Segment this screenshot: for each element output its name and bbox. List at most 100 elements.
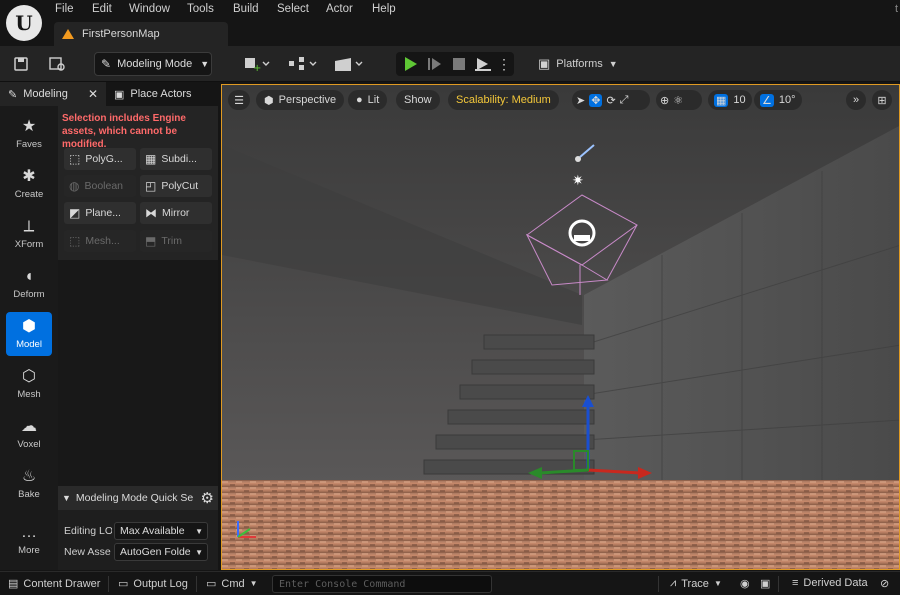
chevron-down-icon: ▼ xyxy=(195,526,203,536)
modeling-icon: ✎ xyxy=(8,88,18,101)
platforms-menu[interactable]: ▣ Platforms ▼ xyxy=(538,52,618,76)
menu-help[interactable]: Help xyxy=(372,3,396,15)
stop-button[interactable] xyxy=(450,56,468,72)
select-arrow-icon[interactable]: ➤ xyxy=(576,94,585,107)
trace-button[interactable]: ⩘ Trace ▼ xyxy=(670,577,722,590)
save-icon[interactable] xyxy=(10,52,32,76)
tool-plane-cut[interactable]: ◩ Plane... xyxy=(64,202,136,224)
menu-tools[interactable]: Tools xyxy=(187,3,214,15)
deform-icon: ◖ xyxy=(24,267,34,285)
menu-select[interactable]: Select xyxy=(277,3,309,15)
lit-label: Lit xyxy=(367,94,380,106)
quick-settings-header[interactable]: ▼ Modeling Mode Quick Se ⚙ xyxy=(58,486,218,510)
grid-snap-button[interactable]: ▦ 10 xyxy=(708,90,752,110)
status-bar: ▤ Content Drawer ▭ Output Log ▭ Cmd ▼ En… xyxy=(0,571,900,595)
world-globe-icon[interactable]: ⊕ xyxy=(660,94,669,107)
category-faves[interactable]: ★ Faves xyxy=(6,112,52,156)
source-control-icon[interactable]: ⊘ xyxy=(880,577,889,590)
perspective-button[interactable]: ⬢ Perspective xyxy=(256,90,345,110)
trace-label: Trace xyxy=(681,577,709,590)
lit-sphere-icon: ● xyxy=(356,94,363,106)
category-create[interactable]: ✱ Create xyxy=(6,162,52,206)
category-deform[interactable]: ◖ Deform xyxy=(6,262,52,306)
angle-icon: ∠ xyxy=(760,93,774,107)
viewport-layout-icon[interactable]: ⊞ xyxy=(872,90,892,110)
polygroup-icon: ⬚ xyxy=(69,152,81,166)
menu-build[interactable]: Build xyxy=(233,3,259,15)
output-log-button[interactable]: ▭ Output Log xyxy=(118,577,188,591)
mesh-icon: ⬡ xyxy=(22,367,36,385)
tool-mirror[interactable]: ⧓ Mirror xyxy=(140,202,212,224)
translate-icon[interactable]: ✥ xyxy=(589,93,603,107)
cinematics-button[interactable] xyxy=(332,52,366,76)
more-options-icon[interactable]: ⋮ xyxy=(497,56,511,72)
derived-data-label: Derived Data xyxy=(803,577,868,589)
mode-selector[interactable]: ✎ Modeling Mode ▼ xyxy=(94,52,212,76)
category-voxel[interactable]: ☁ Voxel xyxy=(6,412,52,456)
divider xyxy=(108,576,109,592)
eject-button[interactable] xyxy=(472,56,494,72)
level-viewport[interactable]: ✷ ☰ ⬢ Perspective ● Lit Show Scalability… xyxy=(221,84,900,570)
engine-assets-warning: Selection includes Engine assets, which … xyxy=(62,113,186,150)
show-label: Show xyxy=(404,94,432,106)
scalability-button[interactable]: Scalability: Medium xyxy=(448,90,559,110)
gear-icon[interactable]: ⚙ xyxy=(197,489,214,507)
menu-window[interactable]: Window xyxy=(129,3,170,15)
record-icon[interactable]: ◉ xyxy=(740,577,750,590)
category-mesh[interactable]: ⬡ Mesh xyxy=(6,362,52,406)
menu-edit[interactable]: Edit xyxy=(92,3,112,15)
tool-trim-label: Trim xyxy=(161,235,182,247)
rotation-snap-value: 10° xyxy=(778,94,796,106)
hamburger-menu-icon[interactable]: ☰ xyxy=(228,90,250,110)
category-model[interactable]: ⬢ Model xyxy=(6,312,52,356)
tool-boolean[interactable]: ◍ Boolean xyxy=(64,175,136,197)
menu-actor[interactable]: Actor xyxy=(326,3,353,15)
category-xform[interactable]: ⟂ XForm xyxy=(6,212,52,256)
subdivide-icon: ▦ xyxy=(145,152,157,166)
new-asset-select[interactable]: AutoGen Folde ▼ xyxy=(114,543,208,561)
window-title-fragment: t xyxy=(894,3,898,15)
tool-polycut[interactable]: ◰ PolyCut xyxy=(140,175,212,197)
content-drawer-icon: ▤ xyxy=(8,578,19,590)
expand-toolbar-icon[interactable]: » xyxy=(846,90,866,110)
add-actor-button[interactable]: + xyxy=(240,52,274,76)
chevron-down-icon: ▼ xyxy=(200,59,210,69)
tool-subdivide[interactable]: ▦ Subdi... xyxy=(140,148,212,170)
menu-file[interactable]: File xyxy=(55,3,74,15)
screenshot-icon[interactable]: ▣ xyxy=(760,577,770,590)
rotate-icon[interactable]: ⟳ xyxy=(606,94,615,107)
star-icon: ★ xyxy=(21,117,37,135)
lit-button[interactable]: ● Lit xyxy=(348,90,388,110)
rotation-snap-button[interactable]: ∠ 10° xyxy=(754,90,802,110)
main-toolbar: ✎ Modeling Mode ▼ + ⋮ ▣ Platforms ▼ xyxy=(0,46,900,82)
tab-place-actors[interactable]: ▣ Place Actors xyxy=(106,82,220,106)
tool-mesh-merge[interactable]: ⬚ Mesh... xyxy=(64,230,136,252)
console-input[interactable]: Enter Console Command xyxy=(272,575,492,593)
cmd-button[interactable]: ▭ Cmd ▼ xyxy=(206,577,258,591)
derived-data-button[interactable]: ≡ Derived Data xyxy=(792,577,868,589)
category-model-label: Model xyxy=(16,338,42,350)
tool-subdivide-label: Subdi... xyxy=(161,153,197,165)
tool-plane-cut-label: Plane... xyxy=(85,207,121,219)
tool-trim[interactable]: ⬒ Trim xyxy=(140,230,212,252)
browse-level-icon[interactable] xyxy=(46,52,70,76)
editing-lod-select[interactable]: Max Available ▼ xyxy=(114,522,208,540)
tool-polygroup[interactable]: ⬚ PolyG... xyxy=(64,148,136,170)
close-icon[interactable]: ✕ xyxy=(88,87,98,101)
tool-mesh-merge-label: Mesh... xyxy=(85,235,120,247)
category-bake[interactable]: ♨ Bake xyxy=(6,462,52,506)
surface-snap-icon[interactable]: ⚛ xyxy=(673,94,683,107)
more-dots-icon: … xyxy=(21,523,37,541)
document-tab[interactable]: FirstPersonMap xyxy=(54,22,228,46)
tab-modeling[interactable]: ✎ Modeling ✕ xyxy=(0,82,106,106)
show-button[interactable]: Show xyxy=(396,90,440,110)
scale-icon[interactable]: ⤢ xyxy=(620,94,629,107)
unreal-logo-icon[interactable]: U xyxy=(6,5,42,41)
play-button[interactable] xyxy=(402,56,420,72)
svg-text:+: + xyxy=(253,63,261,72)
content-drawer-button[interactable]: ▤ Content Drawer xyxy=(8,577,100,591)
category-more[interactable]: … More xyxy=(6,518,52,562)
create-icon: ✱ xyxy=(22,167,36,185)
advance-frame-button[interactable] xyxy=(426,56,444,72)
blueprint-button[interactable] xyxy=(286,52,320,76)
